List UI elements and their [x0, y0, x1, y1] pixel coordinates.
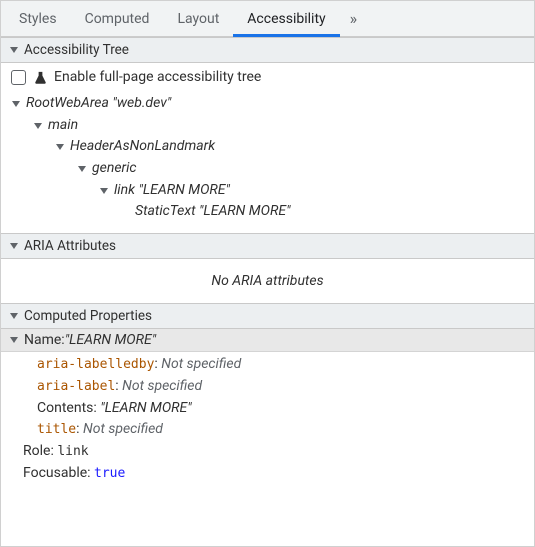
tree-role: main — [48, 115, 78, 137]
attr-title: title — [37, 422, 76, 437]
accessibility-tree-panel: Enable full-page accessibility tree Root… — [1, 63, 534, 233]
attr-aria-label: aria-label — [37, 379, 115, 394]
section-header-computed-properties[interactable]: Computed Properties — [1, 303, 534, 329]
not-specified: Not specified — [122, 378, 202, 394]
tree-role: HeaderAsNonLandmark — [70, 136, 215, 158]
disclosure-triangle-icon — [9, 241, 19, 251]
tab-styles[interactable]: Styles — [5, 1, 71, 37]
experiment-flask-icon — [32, 69, 48, 85]
disclosure-triangle-icon — [9, 335, 19, 345]
name-value: LEARN MORE — [65, 332, 156, 348]
computed-properties-body: aria-labelledby: Not specified aria-labe… — [1, 352, 534, 494]
tree-node-main[interactable]: main — [33, 115, 526, 137]
tree-node-statictext[interactable]: StaticText LEARN MORE — [135, 201, 526, 223]
enable-label: Enable full-page accessibility tree — [54, 69, 261, 85]
not-specified: Not specified — [83, 421, 163, 437]
role-label: Role: — [23, 443, 57, 459]
tree-name: LEARN MORE — [199, 201, 290, 223]
contents-label: Contents: — [37, 400, 100, 416]
tree-role: generic — [92, 158, 137, 180]
enable-checkbox[interactable] — [11, 70, 26, 85]
tab-accessibility[interactable]: Accessibility — [233, 1, 339, 37]
role-value: link — [57, 444, 88, 459]
tree-name: LEARN MORE — [138, 180, 229, 202]
tree-name: web.dev — [112, 93, 171, 115]
section-title: Accessibility Tree — [24, 42, 129, 58]
tab-computed[interactable]: Computed — [71, 1, 164, 37]
tree-role: link — [114, 180, 135, 202]
section-title: ARIA Attributes — [24, 238, 116, 254]
tree-role: StaticText — [135, 201, 196, 223]
computed-name-row[interactable]: Name: LEARN MORE — [1, 329, 534, 352]
disclosure-triangle-icon — [9, 311, 19, 321]
attr-aria-labelledby: aria-labelledby — [37, 357, 154, 372]
focusable-value: true — [94, 466, 125, 481]
no-aria-message: No ARIA attributes — [1, 259, 534, 303]
tree-role: RootWebArea — [26, 93, 109, 115]
tab-overflow-button[interactable]: » — [340, 9, 368, 28]
disclosure-triangle-icon — [11, 99, 21, 109]
tree-node-link[interactable]: link LEARN MORE — [99, 180, 526, 202]
tab-layout[interactable]: Layout — [163, 1, 233, 37]
enable-full-page-tree-row: Enable full-page accessibility tree — [11, 69, 526, 85]
disclosure-triangle-icon — [9, 45, 19, 55]
name-label: Name: — [24, 332, 65, 348]
tree-node-header[interactable]: HeaderAsNonLandmark — [55, 136, 526, 158]
tree-node-generic[interactable]: generic — [77, 158, 526, 180]
section-header-aria-attributes[interactable]: ARIA Attributes — [1, 233, 534, 259]
focusable-label: Focusable: — [23, 465, 94, 481]
contents-value: LEARN MORE — [100, 400, 191, 416]
disclosure-triangle-icon — [77, 164, 87, 174]
disclosure-triangle-icon — [55, 142, 65, 152]
devtools-tab-bar: Styles Computed Layout Accessibility » — [1, 1, 534, 37]
disclosure-triangle-icon — [99, 186, 109, 196]
disclosure-triangle-icon — [33, 121, 43, 131]
section-header-accessibility-tree[interactable]: Accessibility Tree — [1, 37, 534, 63]
not-specified: Not specified — [161, 356, 241, 372]
accessibility-tree: RootWebArea web.dev main HeaderAsNonLand… — [11, 93, 526, 223]
tree-node-rootwebarea[interactable]: RootWebArea web.dev — [11, 93, 526, 115]
section-title: Computed Properties — [24, 308, 152, 324]
